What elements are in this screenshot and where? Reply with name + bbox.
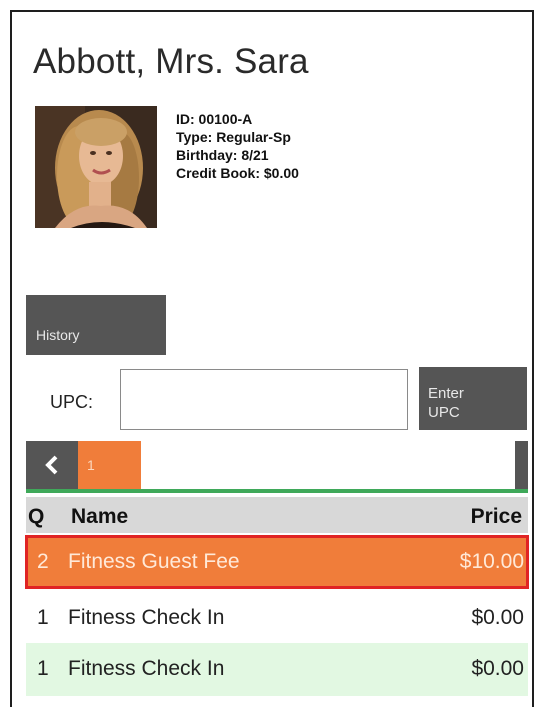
- chevron-right-icon: [501, 455, 514, 475]
- row-quantity: 2: [37, 550, 49, 573]
- chevron-left-icon: [45, 455, 58, 475]
- table-row-selected[interactable]: 2 Fitness Guest Fee $10.00: [25, 535, 529, 589]
- upc-label: UPC:: [50, 392, 94, 412]
- table-row[interactable]: 1 Fitness Check In $0.00: [26, 643, 528, 696]
- column-header-name: Name: [71, 505, 129, 528]
- customer-photo-image: [35, 106, 157, 228]
- customer-details: ID: 00100-A Type: Regular-Sp Birthday: 8…: [176, 110, 299, 182]
- page-strip: [141, 441, 515, 489]
- history-button[interactable]: History: [26, 295, 166, 355]
- row-price: $0.00: [471, 657, 524, 680]
- customer-type: Type: Regular-Sp: [176, 129, 291, 145]
- row-price: $0.00: [471, 606, 524, 629]
- row-item-name: Fitness Check In: [68, 657, 225, 680]
- page-tab-current[interactable]: 1: [78, 441, 141, 489]
- row-quantity: 1: [37, 606, 49, 629]
- customer-name: Abbott, Mrs. Sara: [33, 42, 309, 81]
- table-row[interactable]: 1 Fitness Check In $0.00: [26, 592, 528, 644]
- next-page-button[interactable]: [486, 441, 528, 489]
- customer-credit-book: Credit Book: $0.00: [176, 165, 299, 181]
- row-item-name: Fitness Guest Fee: [68, 550, 240, 573]
- row-quantity: 1: [37, 657, 49, 680]
- enter-upc-button[interactable]: Enter UPC: [419, 367, 527, 430]
- items-table-header: Q Name Price: [26, 497, 528, 533]
- column-header-price: Price: [470, 505, 522, 528]
- enter-upc-label-line1: Enter: [428, 385, 464, 402]
- customer-id: ID: 00100-A: [176, 111, 253, 127]
- customer-birthday: Birthday: 8/21: [176, 147, 269, 163]
- row-item-name: Fitness Check In: [68, 606, 225, 629]
- row-price: $10.00: [459, 550, 524, 573]
- previous-page-button[interactable]: [26, 441, 78, 489]
- column-header-quantity: Q: [28, 505, 45, 528]
- page-navigator: 1: [26, 441, 528, 489]
- upc-input[interactable]: [120, 369, 408, 430]
- enter-upc-label-line2: UPC: [428, 404, 460, 421]
- customer-photo: [35, 106, 157, 228]
